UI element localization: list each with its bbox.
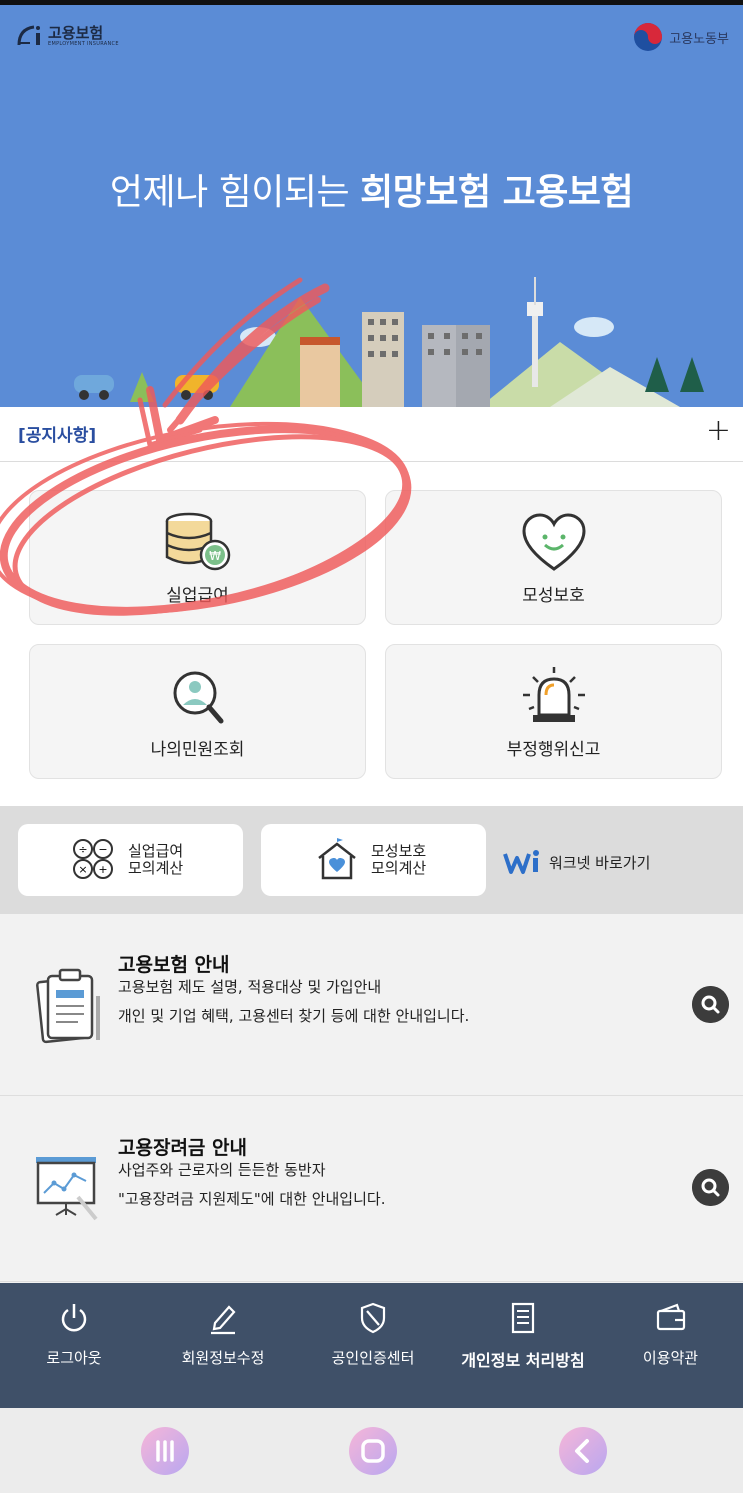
tile-label: 실업급여	[166, 586, 229, 606]
info-desc-line2: 개인 및 기업 혜택, 고용센터 찾기 등에 대한 안내입니다.	[118, 1007, 470, 1025]
calc-label-line2: 모의계산	[128, 859, 184, 877]
notice-bar[interactable]: [공지사항] +	[0, 407, 743, 462]
calculator-icon: ÷ − × +	[73, 839, 113, 879]
wallet-icon	[656, 1303, 685, 1331]
logo-title: 고용보험	[48, 24, 104, 42]
power-icon	[61, 1304, 87, 1332]
ministry-name: 고용노동부	[669, 31, 729, 47]
tile-unemployment-benefit[interactable]: ₩ 실업급여	[29, 490, 366, 625]
taegeuk-icon	[634, 23, 663, 51]
back-icon[interactable]	[558, 1426, 608, 1476]
worknet-label[interactable]: 워크넷 바로가기	[549, 852, 650, 873]
maternity-calculator-button[interactable]: 모성보호 모의계산	[261, 824, 486, 896]
nav-label: 로그아웃	[46, 1349, 102, 1367]
recent-apps-icon[interactable]	[140, 1426, 190, 1476]
nav-label: 개인정보 처리방침	[461, 1351, 585, 1370]
notice-more-button[interactable]: +	[706, 416, 731, 446]
nav-terms-of-use[interactable]: 이용약관	[598, 1283, 743, 1408]
slogan-light: 언제나 힘이되는	[109, 172, 361, 213]
ministry-logo: 고용노동부	[633, 22, 729, 52]
info-employment-subsidy[interactable]: 고용장려금 안내 사업주와 근로자의 든든한 동반자 "고용장려금 지원제도"에…	[0, 1097, 743, 1282]
tile-label: 부정행위신고	[506, 740, 601, 760]
search-person-icon	[173, 671, 223, 724]
calc-label-line1: 모성보호	[371, 842, 427, 860]
info-desc-line2: "고용장려금 지원제도"에 대한 안내입니다.	[118, 1190, 386, 1208]
nav-certificate-center[interactable]: 공인인증센터	[298, 1283, 448, 1408]
house-heart-icon	[318, 838, 356, 880]
calc-label-line2: 모의계산	[371, 859, 427, 877]
app-logo: 고용보험 EMPLOYMENT INSURANCE	[16, 23, 119, 49]
nav-edit-member-info[interactable]: 회원정보수정	[148, 1283, 298, 1408]
svg-text:+: +	[98, 863, 107, 876]
tile-my-complaint-inquiry[interactable]: 나의민원조회	[29, 644, 366, 779]
calc-label-line1: 실업급여	[128, 842, 184, 860]
presentation-chart-icon	[36, 1157, 98, 1221]
slogan-bold: 희망보험 고용보험	[360, 172, 634, 213]
nav-label: 회원정보수정	[181, 1349, 265, 1367]
nav-label: 이용약관	[642, 1349, 699, 1367]
calculator-shortcuts: ÷ − × + 실업급여 모의계산 모성보호 모의계산 워크넷 바로가기	[0, 806, 743, 914]
svg-text:−: −	[98, 843, 107, 856]
hero-banner: 고용보험 EMPLOYMENT INSURANCE 고용노동부 언제나 힘이되는…	[0, 5, 743, 407]
employment-insurance-logo-icon	[17, 25, 40, 46]
logo-subtitle: EMPLOYMENT INSURANCE	[48, 41, 119, 47]
hero-slogan: 언제나 힘이되는 희망보험 고용보험	[0, 163, 743, 215]
home-icon[interactable]	[348, 1426, 398, 1476]
tile-maternity-protection[interactable]: 모성보호	[385, 490, 722, 625]
shield-icon	[360, 1302, 386, 1334]
document-icon	[511, 1302, 535, 1334]
clipboard-icon	[36, 968, 100, 1044]
info-desc-line1: 고용보험 제도 설명, 적용대상 및 가입안내	[118, 978, 382, 996]
nav-privacy-policy[interactable]: 개인정보 처리방침	[448, 1283, 598, 1408]
main-menu: ₩ 실업급여 모성보호 나의민원조회 부정행위신고	[0, 462, 743, 806]
heart-smile-icon	[521, 513, 586, 571]
system-navigation-bar	[0, 1408, 743, 1493]
siren-icon	[522, 667, 585, 722]
notice-label[interactable]: [공지사항]	[18, 421, 96, 446]
svg-text:÷: ÷	[78, 843, 87, 856]
bottom-navigation: 로그아웃 회원정보수정 공인인증센터 개인정보 처리방침 이용약관	[0, 1283, 743, 1408]
svg-text:₩: ₩	[209, 549, 221, 563]
tile-label: 모성보호	[522, 586, 585, 606]
tile-label: 나의민원조회	[150, 740, 245, 760]
nav-logout[interactable]: 로그아웃	[0, 1283, 148, 1408]
coins-won-icon: ₩	[165, 512, 230, 571]
tile-fraud-report[interactable]: 부정행위신고	[385, 644, 722, 779]
nav-label: 공인인증센터	[331, 1349, 415, 1367]
unemployment-calculator-button[interactable]: ÷ − × + 실업급여 모의계산	[18, 824, 243, 896]
svg-text:×: ×	[78, 863, 87, 876]
search-icon[interactable]	[692, 986, 729, 1023]
worknet-logo-icon	[503, 850, 539, 874]
city-landscape-illustration	[74, 277, 704, 407]
worknet-link[interactable]: 워크넷 바로가기	[503, 848, 650, 876]
search-icon[interactable]	[692, 1169, 729, 1206]
edit-icon	[211, 1305, 236, 1335]
info-desc-line1: 사업주와 근로자의 든든한 동반자	[118, 1161, 326, 1179]
info-employment-insurance[interactable]: 고용보험 안내 고용보험 제도 설명, 적용대상 및 가입안내 개인 및 기업 …	[0, 914, 743, 1096]
